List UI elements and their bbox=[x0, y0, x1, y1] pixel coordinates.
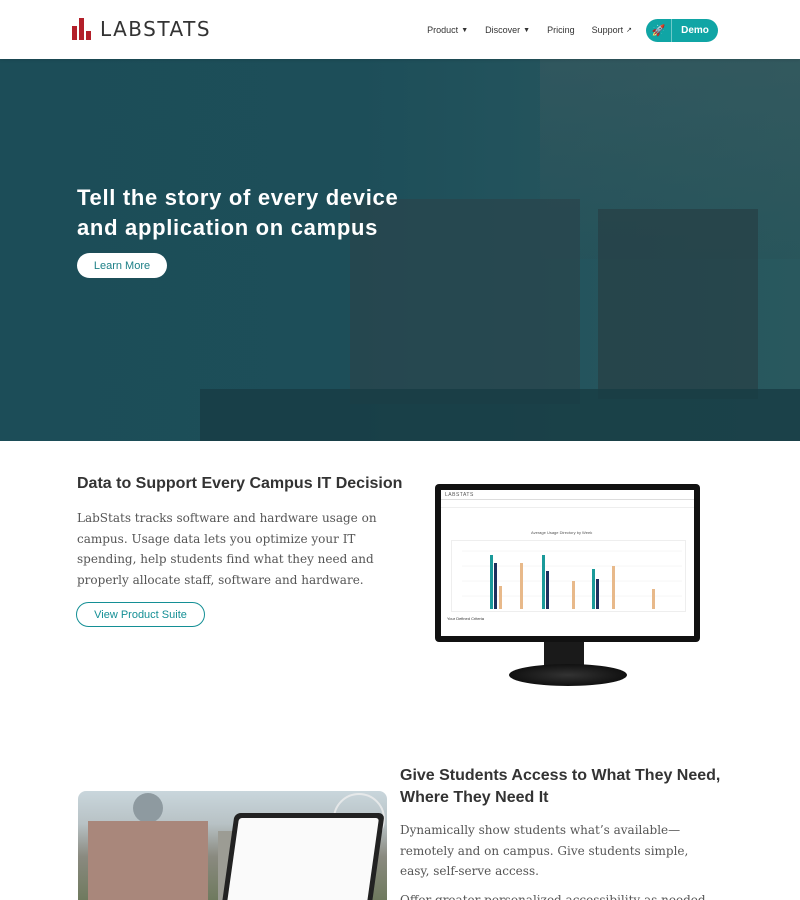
demo-label: Demo bbox=[681, 24, 709, 36]
main-nav: Product ▼ Discover ▼ Pricing Support ↗ 🚀… bbox=[410, 17, 718, 43]
photo-laptop-screen bbox=[226, 818, 379, 900]
hero-background-monitor bbox=[598, 209, 758, 399]
learn-more-button[interactable]: Learn More bbox=[77, 253, 167, 278]
nav-item-product[interactable]: Product ▼ bbox=[427, 25, 468, 35]
logo-text: LABSTATS bbox=[100, 17, 212, 41]
chevron-down-icon: ▼ bbox=[461, 26, 469, 34]
view-product-suite-button[interactable]: View Product Suite bbox=[76, 602, 205, 627]
nav-item-label: Product bbox=[427, 25, 459, 35]
dashboard-tabs bbox=[441, 500, 694, 508]
dashboard-chart bbox=[451, 540, 686, 612]
section-title: Give Students Access to What They Need, … bbox=[400, 767, 721, 806]
dashboard-footer: Your Defined Criteria bbox=[447, 616, 484, 621]
dashboard-monitor-image: LABSTATS Average Usage Directory by Week bbox=[435, 484, 700, 642]
monitor-stand-base bbox=[509, 664, 627, 686]
dashboard-screen: LABSTATS Average Usage Directory by Week bbox=[441, 490, 694, 636]
nav-item-support[interactable]: Support ↗ bbox=[592, 25, 632, 35]
hero-background-desk bbox=[200, 389, 800, 441]
hero-title-line: Tell the story of every device bbox=[77, 185, 399, 210]
section-title: Data to Support Every Campus IT Decision bbox=[77, 475, 403, 492]
chevron-down-icon: ▼ bbox=[523, 26, 531, 34]
photo-building bbox=[88, 821, 208, 900]
hero-title: Tell the story of every device and appli… bbox=[77, 183, 457, 243]
external-link-icon: ↗ bbox=[626, 27, 632, 34]
hero-banner: Tell the story of every device and appli… bbox=[0, 59, 800, 441]
photo-laptop bbox=[221, 813, 385, 900]
section-body: LabStats tracks software and hardware us… bbox=[77, 511, 377, 587]
dashboard-logo: LABSTATS bbox=[445, 491, 474, 498]
monitor-stand-neck bbox=[544, 642, 584, 666]
photo-dome bbox=[133, 793, 163, 823]
labstats-logo[interactable]: LABSTATS bbox=[72, 17, 211, 41]
nav-item-pricing[interactable]: Pricing bbox=[547, 25, 575, 35]
rocket-icon: 🚀 bbox=[646, 18, 672, 42]
nav-item-label: Support bbox=[591, 25, 624, 35]
nav-item-discover[interactable]: Discover ▼ bbox=[485, 25, 530, 35]
section-body-continued: Offer greater personalized accessibility… bbox=[400, 893, 706, 900]
dashboard-topbar: LABSTATS bbox=[441, 490, 694, 500]
site-header: LABSTATS Product ▼ Discover ▼ Pricing Su… bbox=[0, 0, 800, 59]
nav-item-label: Pricing bbox=[547, 25, 575, 35]
dashboard-bar-chart bbox=[462, 550, 682, 609]
hero-title-line: and application on campus bbox=[77, 215, 379, 240]
campus-photo bbox=[78, 791, 387, 900]
dashboard-chart-title: Average Usage Directory by Week bbox=[531, 530, 593, 535]
labstats-logo-icon bbox=[72, 18, 92, 40]
section-body: Dynamically show students what’s availab… bbox=[400, 823, 689, 878]
nav-item-label: Discover bbox=[485, 25, 521, 35]
demo-button[interactable]: 🚀 Demo bbox=[646, 18, 718, 42]
